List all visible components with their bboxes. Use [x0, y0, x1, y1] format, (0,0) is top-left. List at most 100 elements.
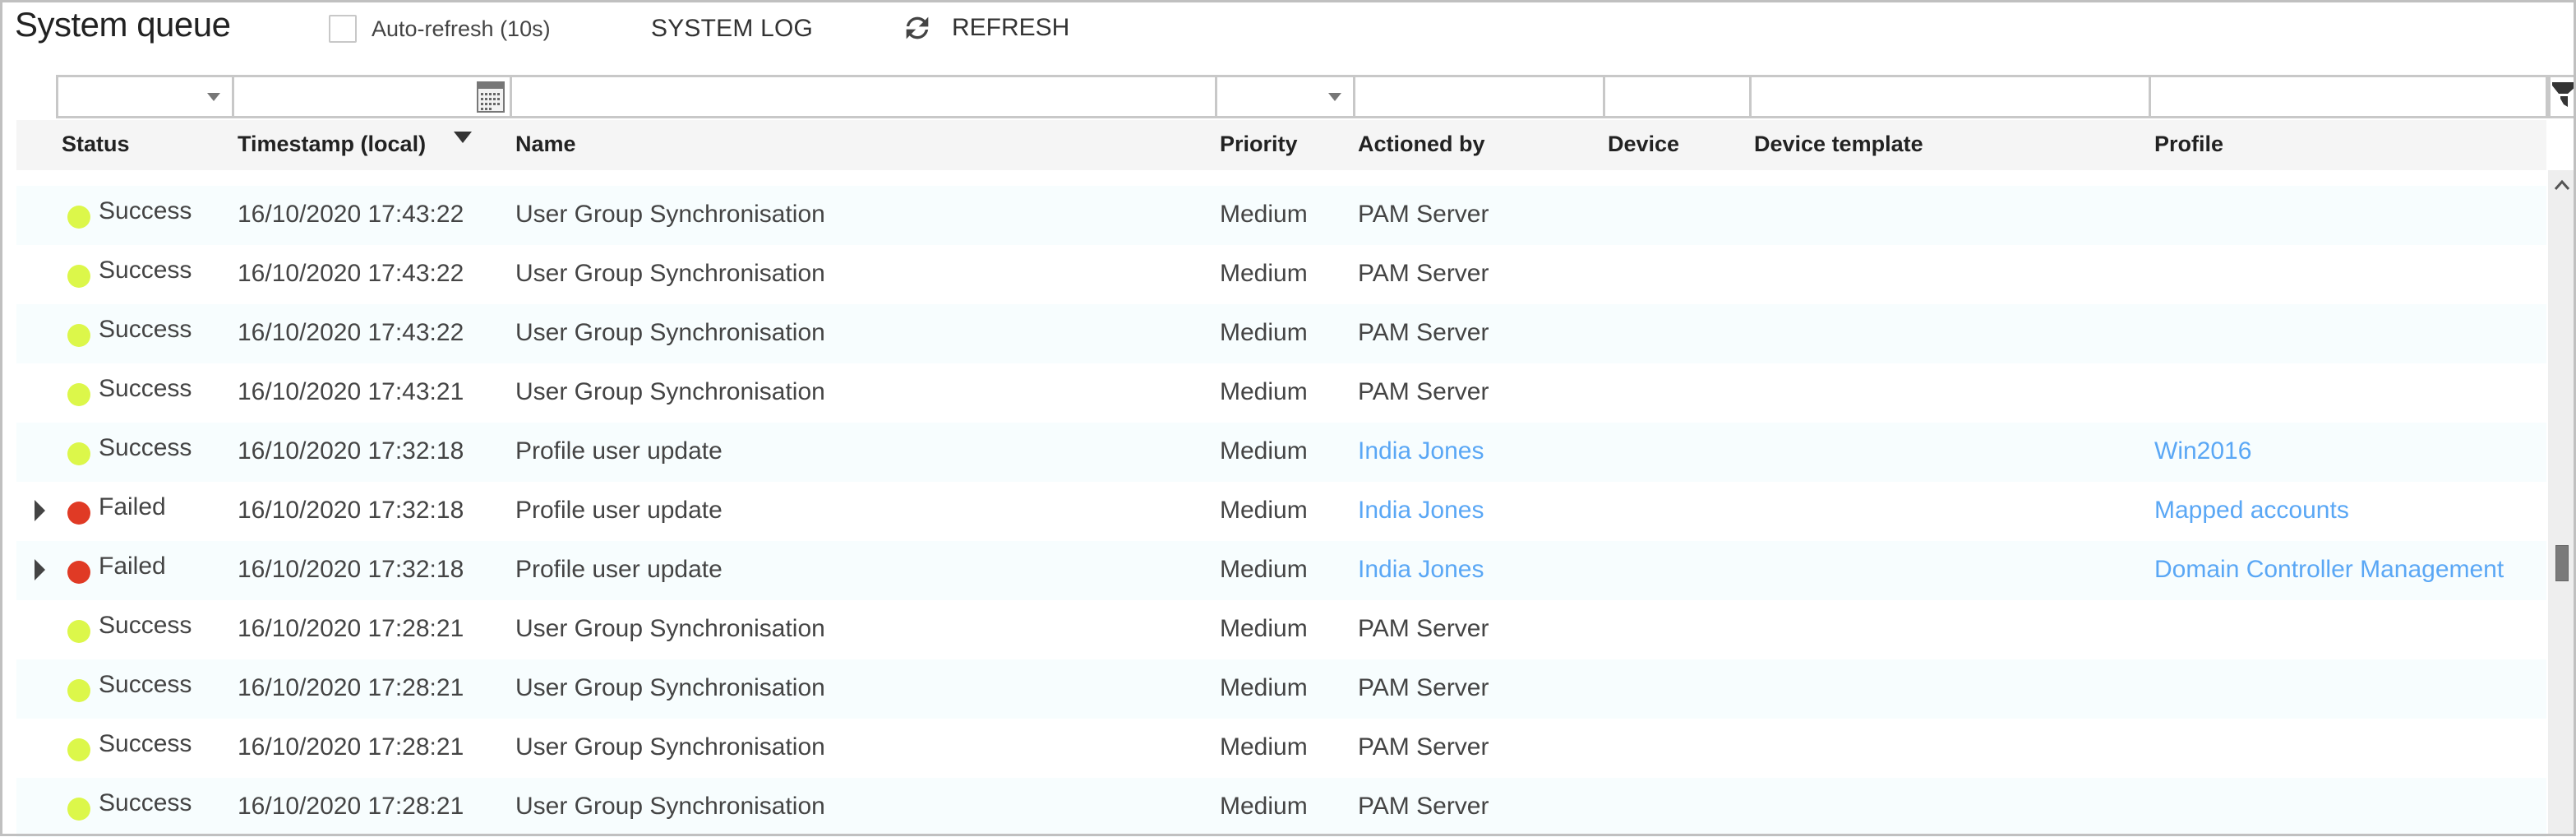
- status-dot-icon: [67, 206, 90, 229]
- scrollbar-thumb[interactable]: [2555, 545, 2569, 581]
- table-row[interactable]: Failed 16/10/2020 17:32:18 Profile user up…: [16, 541, 2546, 600]
- table-row[interactable]: Success 16/10/2020 17:43:22 User Group Syn…: [16, 186, 2546, 245]
- device-filter-input[interactable]: [1603, 75, 1749, 118]
- timestamp-cell: 16/10/2020 17:32:18: [238, 437, 464, 465]
- actioned-by-link[interactable]: India Jones: [1358, 497, 1484, 525]
- table-row[interactable]: Success 16/10/2020 17:28:21 User Group Syn…: [16, 778, 2546, 837]
- status-dot-icon: [67, 265, 90, 288]
- profile-link[interactable]: Domain Controller Management: [2154, 556, 2504, 584]
- page-title: System queue: [15, 5, 231, 44]
- column-header-device-template[interactable]: Device template: [1754, 132, 1923, 157]
- status-dot-icon: [67, 620, 90, 643]
- status-dot-icon: [67, 324, 90, 347]
- profile-filter-input[interactable]: [2149, 75, 2548, 118]
- table-header: Status Timestamp (local) Name Priority A…: [16, 120, 2546, 170]
- actioned-by-cell: PAM Server: [1358, 319, 1489, 346]
- auto-refresh-label: Auto-refresh (10s): [372, 16, 551, 41]
- actioned-by-cell: PAM Server: [1358, 615, 1489, 642]
- refresh-label: REFRESH: [952, 14, 1070, 41]
- status-dot-icon: [67, 502, 90, 525]
- column-header-timestamp[interactable]: Timestamp (local): [238, 132, 426, 157]
- chevron-up-icon: [2554, 179, 2570, 190]
- calendar-icon[interactable]: [477, 81, 505, 113]
- name-cell: User Group Synchronisation: [515, 793, 825, 820]
- timestamp-filter-input[interactable]: [232, 75, 510, 118]
- actioned-by-cell: PAM Server: [1358, 201, 1489, 228]
- table-row[interactable]: Success 16/10/2020 17:43:22 User Group Syn…: [16, 245, 2546, 304]
- table-row[interactable]: Success 16/10/2020 17:28:21 User Group Syn…: [16, 719, 2546, 778]
- table-row[interactable]: Success 16/10/2020 17:43:22 User Group Syn…: [16, 304, 2546, 363]
- column-header-device[interactable]: Device: [1608, 132, 1679, 157]
- table-row[interactable]: Success 16/10/2020 17:28:21 User Group Syn…: [16, 659, 2546, 719]
- priority-cell: Medium: [1220, 437, 1308, 465]
- status-text: Success: [99, 789, 192, 816]
- actioned-by-link[interactable]: India Jones: [1358, 556, 1484, 584]
- filter-row: [56, 75, 2548, 118]
- column-header-name[interactable]: Name: [515, 132, 576, 157]
- status-dot-icon: [67, 679, 90, 702]
- auto-refresh-checkbox[interactable]: [329, 15, 357, 43]
- timestamp-cell: 16/10/2020 17:28:21: [238, 674, 464, 701]
- actioned-by-link[interactable]: India Jones: [1358, 437, 1484, 465]
- timestamp-cell: 16/10/2020 17:28:21: [238, 615, 464, 642]
- status-dot-icon: [67, 798, 90, 821]
- auto-refresh-toggle[interactable]: Auto-refresh (10s): [329, 15, 551, 43]
- status-dot-icon: [67, 442, 90, 465]
- priority-cell: Medium: [1220, 497, 1308, 524]
- status-text: Success: [99, 671, 192, 698]
- table-row[interactable]: Failed 16/10/2020 17:32:18 Profile user up…: [16, 482, 2546, 541]
- expand-row-icon[interactable]: [35, 559, 45, 580]
- name-cell: Profile user update: [515, 556, 722, 583]
- actioned-by-cell: PAM Server: [1358, 260, 1489, 287]
- timestamp-cell: 16/10/2020 17:32:18: [238, 556, 464, 583]
- status-filter-select[interactable]: [56, 75, 232, 118]
- actioned-by-filter-input[interactable]: [1353, 75, 1603, 118]
- timestamp-cell: 16/10/2020 17:32:18: [238, 497, 464, 524]
- filter-toggle-button[interactable]: [2548, 75, 2576, 118]
- status-text: Success: [99, 316, 192, 343]
- column-header-profile[interactable]: Profile: [2154, 132, 2223, 157]
- profile-link[interactable]: Win2016: [2154, 437, 2251, 465]
- status-text: Success: [99, 197, 192, 224]
- expand-row-icon[interactable]: [35, 500, 45, 521]
- column-header-priority[interactable]: Priority: [1220, 132, 1298, 157]
- name-cell: User Group Synchronisation: [515, 319, 825, 346]
- profile-link[interactable]: Mapped accounts: [2154, 497, 2349, 525]
- scroll-up-button[interactable]: [2548, 170, 2576, 203]
- system-log-button[interactable]: SYSTEM LOG: [651, 15, 813, 43]
- actioned-by-cell: PAM Server: [1358, 733, 1489, 761]
- priority-cell: Medium: [1220, 674, 1308, 701]
- status-text: Success: [99, 730, 192, 757]
- table-row[interactable]: Success 16/10/2020 17:32:18 Profile user u…: [16, 423, 2546, 482]
- priority-filter-select[interactable]: [1215, 75, 1353, 118]
- actioned-by-cell: PAM Server: [1358, 674, 1489, 701]
- name-filter-input[interactable]: [510, 75, 1215, 118]
- vertical-scrollbar[interactable]: [2548, 170, 2576, 836]
- filter-icon: [2552, 82, 2576, 107]
- timestamp-cell: 16/10/2020 17:28:21: [238, 793, 464, 820]
- name-cell: Profile user update: [515, 437, 722, 465]
- priority-cell: Medium: [1220, 260, 1308, 287]
- timestamp-cell: 16/10/2020 17:28:21: [238, 733, 464, 761]
- status-dot-icon: [67, 738, 90, 761]
- table-row[interactable]: Success 16/10/2020 17:28:21 User Group Syn…: [16, 600, 2546, 659]
- column-header-actioned-by[interactable]: Actioned by: [1358, 132, 1485, 157]
- name-cell: User Group Synchronisation: [515, 201, 825, 228]
- actioned-by-cell: PAM Server: [1358, 793, 1489, 820]
- status-text: Success: [99, 612, 192, 639]
- priority-cell: Medium: [1220, 201, 1308, 228]
- table-row[interactable]: Success 16/10/2020 17:43:21 User Group Syn…: [16, 363, 2546, 423]
- column-header-status[interactable]: Status: [62, 132, 130, 157]
- timestamp-cell: 16/10/2020 17:43:22: [238, 201, 464, 228]
- priority-cell: Medium: [1220, 319, 1308, 346]
- chevron-down-icon: [1328, 93, 1341, 101]
- sort-descending-icon[interactable]: [454, 132, 472, 143]
- name-cell: User Group Synchronisation: [515, 674, 825, 701]
- status-text: Failed: [99, 493, 166, 520]
- status-text: Success: [99, 257, 192, 284]
- device-template-filter-input[interactable]: [1749, 75, 2149, 118]
- name-cell: User Group Synchronisation: [515, 260, 825, 287]
- refresh-button[interactable]: REFRESH: [901, 12, 1069, 44]
- name-cell: User Group Synchronisation: [515, 615, 825, 642]
- status-dot-icon: [67, 383, 90, 406]
